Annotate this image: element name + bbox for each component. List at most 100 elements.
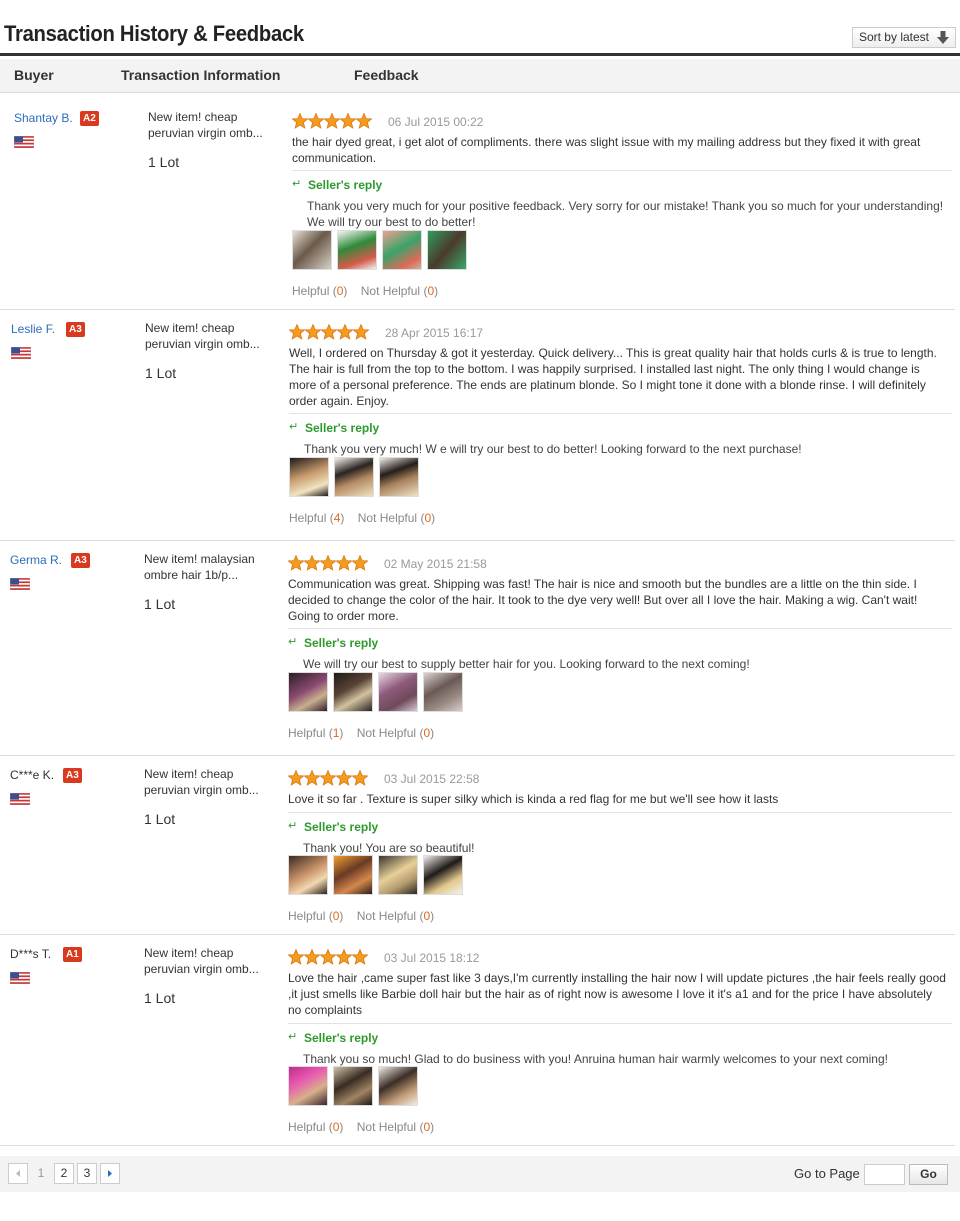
- star-icon: [352, 555, 368, 571]
- us-flag-icon: [10, 972, 30, 984]
- star-icon: [352, 949, 368, 965]
- seller-reply-label: Seller's reply: [305, 421, 380, 435]
- prev-page-button[interactable]: [8, 1163, 28, 1184]
- photo-thumbnail[interactable]: [289, 457, 329, 497]
- page-1-current: 1: [37, 1166, 45, 1180]
- photo-thumbnail[interactable]: [379, 457, 419, 497]
- photo-thumbnails: [289, 457, 419, 497]
- star-icon: [292, 113, 308, 129]
- product-title[interactable]: New item! cheap peruvian virgin omb...: [144, 945, 269, 977]
- photo-thumbnails: [288, 672, 463, 712]
- photo-thumbnail[interactable]: [333, 672, 373, 712]
- star-icon: [324, 113, 340, 129]
- order-quantity: 1 Lot: [145, 365, 177, 381]
- buyer-name: C***e K.: [10, 768, 55, 782]
- page-3-link[interactable]: 3: [77, 1163, 97, 1184]
- star-icon: [288, 949, 304, 965]
- not-helpful-button[interactable]: Not Helpful (0): [357, 726, 434, 740]
- order-quantity: 1 Lot: [148, 154, 180, 170]
- star-icon: [336, 949, 352, 965]
- next-page-button[interactable]: [100, 1163, 120, 1184]
- order-quantity: 1 Lot: [144, 596, 176, 612]
- divider: [292, 170, 952, 171]
- sort-label: Sort by latest: [858, 30, 929, 44]
- star-icon: [336, 770, 352, 786]
- buyer-name[interactable]: Leslie F.: [11, 322, 55, 336]
- photo-thumbnail[interactable]: [288, 1066, 328, 1106]
- helpful-votes: Helpful (0) Not Helpful (0): [288, 909, 434, 923]
- photo-thumbnail[interactable]: [292, 230, 332, 270]
- star-icon: [288, 555, 304, 571]
- pagination-bar: 1 2 3 Go to Page Go: [0, 1156, 960, 1192]
- review-comment: Love the hair ,came super fast like 3 da…: [288, 971, 946, 1017]
- photo-thumbnails: [288, 855, 463, 895]
- photo-thumbnail[interactable]: [423, 672, 463, 712]
- helpful-button[interactable]: Helpful (4): [289, 511, 344, 525]
- photo-thumbnail[interactable]: [334, 457, 374, 497]
- column-transaction: Transaction Information: [121, 67, 281, 83]
- review-row: C***e K. A3 New item! cheap peruvian virg…: [0, 756, 955, 935]
- buyer-level-badge: A3: [66, 322, 85, 337]
- helpful-count: 4: [333, 511, 341, 525]
- product-title[interactable]: New item! cheap peruvian virgin omb...: [148, 109, 273, 141]
- column-buyer: Buyer: [14, 67, 54, 83]
- helpful-count: 1: [332, 726, 340, 740]
- star-icon: [321, 324, 337, 340]
- divider: [289, 413, 952, 414]
- helpful-button[interactable]: Helpful (1): [288, 726, 343, 740]
- buyer-name[interactable]: Germa R.: [10, 553, 62, 567]
- photo-thumbnail[interactable]: [333, 855, 373, 895]
- column-feedback: Feedback: [354, 67, 419, 83]
- not-helpful-button[interactable]: Not Helpful (0): [357, 909, 434, 923]
- star-rating: [288, 555, 368, 571]
- review-comment: Communication was great. Shipping was fa…: [288, 577, 918, 623]
- product-title[interactable]: New item! cheap peruvian virgin omb...: [144, 766, 269, 798]
- not-helpful-count: 0: [427, 284, 435, 298]
- review-row: Leslie F. A3 New item! cheap peruvian vir…: [0, 310, 955, 541]
- review-date: 06 Jul 2015 00:22: [388, 115, 484, 129]
- helpful-count: 0: [336, 284, 344, 298]
- photo-thumbnail[interactable]: [378, 672, 418, 712]
- not-helpful-count: 0: [424, 511, 432, 525]
- photo-thumbnail[interactable]: [382, 230, 422, 270]
- buyer-level-badge: A1: [63, 947, 82, 962]
- seller-reply-text: Thank you! You are so beautiful!: [303, 841, 475, 855]
- helpful-button[interactable]: Helpful (0): [288, 909, 343, 923]
- not-helpful-button[interactable]: Not Helpful (0): [361, 284, 438, 298]
- photo-thumbnail[interactable]: [378, 855, 418, 895]
- buyer-name: D***s T.: [10, 947, 52, 961]
- not-helpful-button[interactable]: Not Helpful (0): [357, 1120, 434, 1134]
- buyer-level-badge: A3: [63, 768, 82, 783]
- divider: [288, 1023, 952, 1024]
- reply-arrow-icon: ↵: [288, 1031, 298, 1043]
- photo-thumbnail[interactable]: [337, 230, 377, 270]
- photo-thumbnail[interactable]: [378, 1066, 418, 1106]
- helpful-button[interactable]: Helpful (0): [288, 1120, 343, 1134]
- buyer-name[interactable]: Shantay B.: [14, 111, 73, 125]
- star-icon: [288, 770, 304, 786]
- photo-thumbnail[interactable]: [427, 230, 467, 270]
- photo-thumbnail[interactable]: [288, 672, 328, 712]
- triangle-right-icon: [108, 1170, 112, 1177]
- page-2-link[interactable]: 2: [54, 1163, 74, 1184]
- not-helpful-count: 0: [423, 726, 431, 740]
- seller-reply-text: We will try our best to supply better ha…: [303, 657, 750, 671]
- photo-thumbnail[interactable]: [423, 855, 463, 895]
- photo-thumbnail[interactable]: [333, 1066, 373, 1106]
- star-rating: [292, 113, 372, 129]
- product-title[interactable]: New item! cheap peruvian virgin omb...: [145, 320, 270, 352]
- goto-page-input[interactable]: [864, 1164, 905, 1185]
- go-button[interactable]: Go: [909, 1164, 948, 1185]
- photo-thumbnail[interactable]: [288, 855, 328, 895]
- helpful-votes: Helpful (0) Not Helpful (0): [288, 1120, 434, 1134]
- sort-button[interactable]: Sort by latest: [851, 27, 956, 48]
- not-helpful-button[interactable]: Not Helpful (0): [358, 511, 435, 525]
- buyer-level-badge: A3: [71, 553, 90, 568]
- arrow-down-icon: [937, 31, 949, 44]
- divider: [288, 812, 952, 813]
- product-title[interactable]: New item! malaysian ombre hair 1b/p...: [144, 551, 269, 583]
- page-title: Transaction History & Feedback: [4, 21, 304, 46]
- helpful-button[interactable]: Helpful (0): [292, 284, 347, 298]
- star-icon: [304, 949, 320, 965]
- us-flag-icon: [11, 347, 31, 359]
